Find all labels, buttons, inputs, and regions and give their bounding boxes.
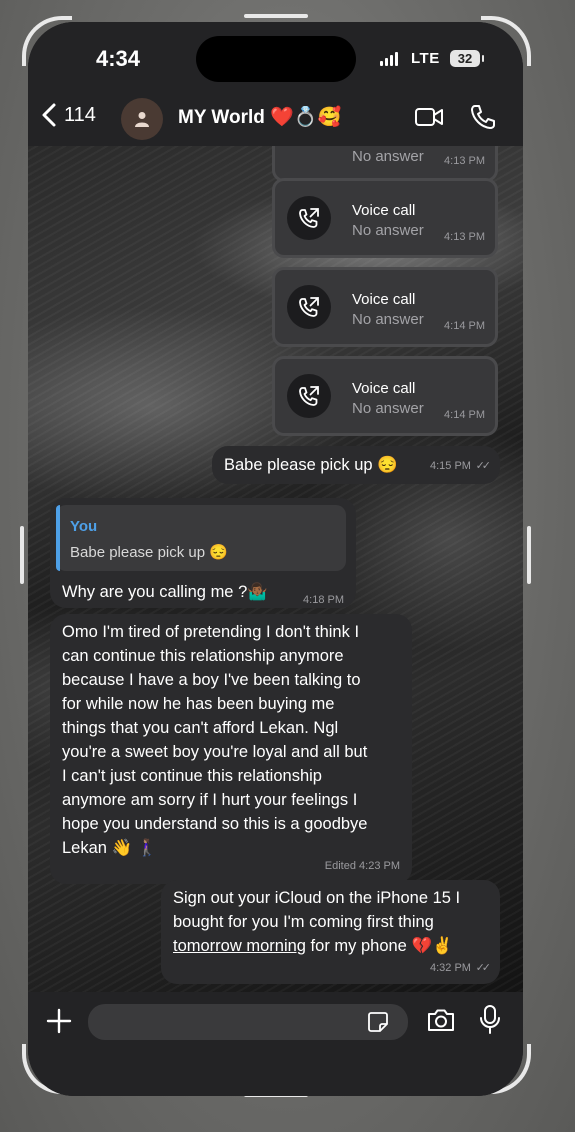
message-text: Why are you calling me ?🤷🏾‍♂️	[62, 583, 268, 601]
message-line: you're a sweet boy you're loyal and all …	[62, 743, 368, 761]
status-bar: 4:34 LTE 32	[28, 22, 523, 92]
sticker-icon[interactable]	[366, 1010, 390, 1034]
call-status: No answer	[352, 311, 424, 328]
message-composer	[28, 992, 523, 1096]
message-line: Omo I'm tired of pretending I don't thin…	[62, 623, 360, 641]
message-line: I can't just continue this relationship	[62, 767, 322, 785]
message-time: 4:15 PM	[430, 460, 471, 472]
voice-call-bubble[interactable]: Voice call No answer 4:14 PM	[272, 267, 498, 347]
message-line: because I have a boy I've been talking t…	[62, 671, 361, 689]
back-button[interactable]: 114	[40, 102, 96, 128]
message-time: 4:14 PM	[444, 320, 485, 332]
voice-call-bubble[interactable]: Voice call No answer 4:13 PM	[272, 178, 498, 258]
message-line: for while now he has been buying me	[62, 695, 335, 713]
outgoing-call-icon	[287, 285, 331, 329]
message-text: Babe please pick up 😔	[224, 456, 398, 474]
chat-title[interactable]: MY World ❤️💍🥰	[178, 105, 341, 129]
crop-handle-left[interactable]	[20, 526, 24, 584]
message-time: Edited 4:23 PM	[324, 860, 400, 872]
message-line: Sign out your iCloud on the iPhone 15 I	[173, 889, 461, 907]
message-link[interactable]: tomorrow morning	[173, 937, 306, 955]
phone-call-icon[interactable]	[469, 103, 497, 131]
message-line: anymore am sorry if I hurt your feelings…	[62, 791, 358, 809]
quoted-reply[interactable]: You Babe please pick up 😔	[56, 505, 346, 571]
microphone-icon[interactable]	[478, 1004, 502, 1036]
message-line: can continue this relationship anymore	[62, 647, 344, 665]
plus-icon[interactable]	[46, 1008, 72, 1034]
outgoing-message[interactable]: Babe please pick up 😔 4:15 PM ✓✓	[212, 446, 500, 484]
read-receipt-icon: ✓✓	[475, 962, 492, 974]
person-icon	[135, 112, 149, 127]
battery-icon: 32	[450, 50, 484, 67]
clock: 4:34	[96, 46, 141, 71]
message-list[interactable]: No answer 4:13 PM Voice call No answer 4…	[28, 146, 523, 992]
crop-handle-top[interactable]	[244, 14, 308, 18]
signal-icon	[380, 52, 398, 66]
reply-text: Babe please pick up 😔	[70, 544, 228, 561]
voice-call-bubble-partial[interactable]: No answer 4:13 PM	[272, 146, 498, 182]
incoming-message[interactable]: You Babe please pick up 😔 Why are you ca…	[50, 498, 356, 608]
avatar[interactable]	[121, 98, 163, 140]
chat-header: 114 MY World ❤️💍🥰	[28, 92, 523, 146]
network-label: LTE	[411, 50, 440, 67]
outgoing-call-icon	[287, 374, 331, 418]
message-input[interactable]	[88, 1004, 408, 1040]
reply-author: You	[70, 518, 98, 535]
crop-handle-right[interactable]	[527, 526, 531, 584]
message-time: 4:18 PM	[303, 594, 344, 606]
message-time: 4:32 PM	[430, 962, 471, 974]
call-status: No answer	[352, 222, 424, 239]
message-line: bought for you I'm coming first thing	[173, 913, 434, 931]
video-call-icon[interactable]	[414, 105, 444, 129]
message-time: 4:13 PM	[444, 231, 485, 243]
camera-icon[interactable]	[426, 1007, 456, 1033]
message-line: for my phone 💔✌️	[305, 937, 453, 955]
outgoing-call-icon	[287, 196, 331, 240]
message-time: 4:14 PM	[444, 409, 485, 421]
dynamic-island	[196, 36, 356, 82]
voice-call-bubble[interactable]: Voice call No answer 4:14 PM	[272, 356, 498, 436]
incoming-message[interactable]: Omo I'm tired of pretending I don't thin…	[50, 614, 412, 884]
chevron-left-icon	[42, 103, 56, 127]
message-line: hope you understand so this is a goodbye	[62, 815, 368, 833]
message-time: 4:13 PM	[444, 155, 485, 167]
call-status: No answer	[352, 400, 424, 417]
call-status: No answer	[352, 148, 424, 165]
phone-screen: 4:34 LTE 32 114 MY World ❤️💍🥰 No answer …	[28, 22, 523, 1096]
unread-count: 114	[64, 103, 96, 126]
read-receipt-icon: ✓✓	[475, 460, 492, 472]
outgoing-message[interactable]: Sign out your iCloud on the iPhone 15 I …	[161, 880, 500, 984]
message-line: things that you can't afford Lekan. Ngl	[62, 719, 339, 737]
